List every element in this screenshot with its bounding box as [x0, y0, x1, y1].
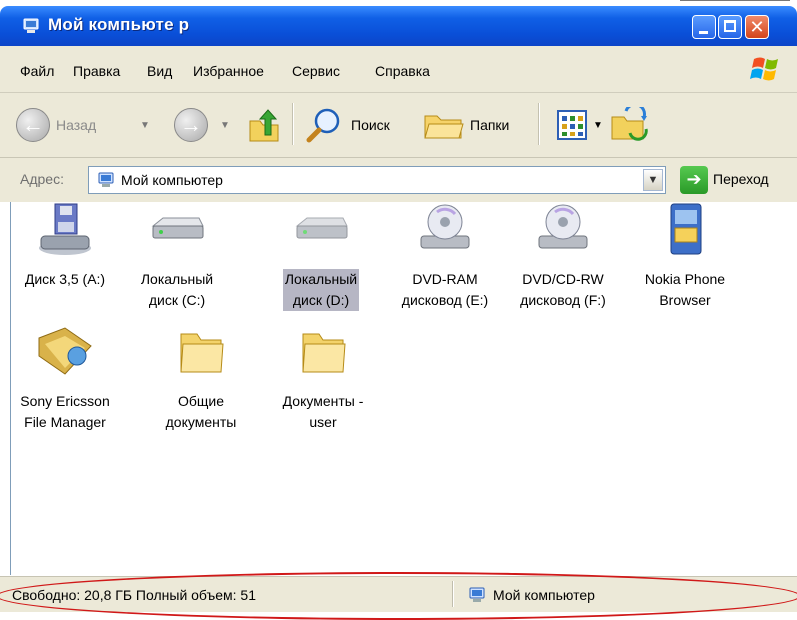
item-label-line1: Документы -: [282, 393, 364, 409]
item-label: Диск 3,5 (A:): [24, 271, 106, 287]
go-button-label[interactable]: Переход: [713, 171, 769, 187]
item-label-line2: Browser: [659, 292, 711, 308]
status-free-space: Свободно: 20,8 ГБ Полный объем: 51: [12, 587, 257, 603]
windows-logo-icon: [750, 57, 778, 81]
item-label-line1: Локальный: [284, 271, 358, 287]
drive-item-d[interactable]: Локальный диск (D:): [267, 202, 375, 311]
up-folder-button[interactable]: [247, 107, 281, 143]
sync-folder-icon[interactable]: [610, 107, 648, 143]
views-dropdown-icon[interactable]: ▼: [593, 120, 603, 131]
status-location: Мой компьютер: [493, 587, 595, 603]
item-label-line2: диск (D:): [292, 292, 350, 308]
toolbar: ← Назад ▼ → ▼ Поиск Папки ▼: [0, 93, 797, 158]
search-icon[interactable]: [305, 106, 345, 144]
forward-button[interactable]: →: [174, 108, 208, 142]
menu-tools[interactable]: Сервис: [292, 63, 340, 79]
status-bar: Свободно: 20,8 ГБ Полный объем: 51 Мой к…: [0, 576, 797, 612]
go-arrow-icon[interactable]: ➔: [680, 166, 708, 194]
item-label-line2: user: [309, 414, 337, 430]
my-computer-icon: [23, 18, 39, 33]
drive-item-f[interactable]: DVD/CD-RW дисковод (F:): [507, 202, 619, 311]
item-label-line1: Локальный: [140, 271, 214, 287]
menu-favorites[interactable]: Избранное: [193, 63, 264, 79]
item-label-line1: Sony Ericsson: [20, 393, 110, 409]
back-label: Назад: [56, 117, 97, 133]
menu-view[interactable]: Вид: [147, 63, 172, 79]
address-value: Мой компьютер: [121, 172, 223, 188]
item-label-line1: DVD-RAM: [412, 271, 478, 287]
item-label-line2: диск (C:): [148, 292, 206, 308]
file-view: Диск 3,5 (A:) Локальный диск (C:) Локальн…: [10, 202, 797, 575]
file-manager-icon: [38, 327, 92, 375]
address-input[interactable]: Мой компьютер ▼: [88, 166, 666, 194]
item-label-line2: дисковод (F:): [520, 292, 606, 308]
menu-file[interactable]: Файл: [20, 63, 54, 79]
status-divider: [452, 581, 454, 607]
back-dropdown-icon[interactable]: ▼: [140, 120, 150, 131]
search-label[interactable]: Поиск: [351, 117, 390, 133]
menu-bar: Файл Правка Вид Избранное Сервис Справка: [0, 46, 797, 93]
menu-edit[interactable]: Правка: [73, 63, 120, 79]
close-icon: ✕: [749, 17, 765, 37]
address-bar: Адрес: Мой компьютер ▼ ➔ Переход: [0, 158, 797, 202]
floppy-drive-icon: [39, 203, 91, 255]
shared-documents-item[interactable]: Общие документы: [147, 324, 255, 433]
back-button[interactable]: ←: [16, 108, 50, 142]
sony-ericsson-item[interactable]: Sony Ericsson File Manager: [11, 324, 119, 433]
minimize-button[interactable]: [692, 15, 716, 39]
explorer-window: Мой компьюте р ✕ Файл Правка Вид Избранн…: [0, 0, 797, 620]
item-label-line1: Общие: [177, 393, 225, 409]
address-label: Адрес:: [20, 171, 64, 187]
folder-icon: [180, 333, 224, 373]
forward-arrow-icon: →: [180, 112, 202, 137]
folder-icon: [302, 333, 346, 373]
drive-item-e[interactable]: DVD-RAM дисковод (E:): [389, 202, 501, 311]
drive-item-c[interactable]: Локальный диск (C:): [123, 202, 231, 311]
maximize-button[interactable]: [718, 15, 742, 39]
folders-icon[interactable]: [423, 110, 465, 140]
dvd-drive-icon: [420, 204, 470, 249]
window-title: Мой компьюте р: [48, 15, 190, 34]
close-button[interactable]: ✕: [745, 15, 769, 39]
drive-item-a[interactable]: Диск 3,5 (A:): [11, 202, 119, 290]
dvd-drive-icon: [538, 204, 588, 249]
user-documents-item[interactable]: Документы - user: [269, 324, 377, 433]
nokia-browser-item[interactable]: Nokia Phone Browser: [631, 202, 739, 311]
my-computer-icon: [469, 587, 485, 602]
hard-drive-icon: [151, 217, 204, 239]
nokia-browser-icon: [670, 203, 702, 255]
hard-drive-icon: [295, 217, 348, 239]
forward-dropdown-icon[interactable]: ▼: [220, 120, 230, 131]
item-label-line1: DVD/CD-RW: [522, 271, 604, 287]
item-label-line2: документы: [165, 414, 237, 430]
item-label-line2: File Manager: [24, 414, 106, 430]
menu-help[interactable]: Справка: [375, 63, 430, 79]
my-computer-icon: [98, 172, 114, 187]
title-bar[interactable]: Мой компьюте р ✕: [0, 6, 797, 46]
item-label-line1: Nokia Phone: [644, 271, 726, 287]
back-arrow-icon: ←: [22, 112, 44, 137]
views-icon[interactable]: [557, 110, 587, 140]
address-dropdown-icon[interactable]: ▼: [643, 169, 663, 191]
folders-label[interactable]: Папки: [470, 117, 509, 133]
item-label-line2: дисковод (E:): [401, 292, 489, 308]
